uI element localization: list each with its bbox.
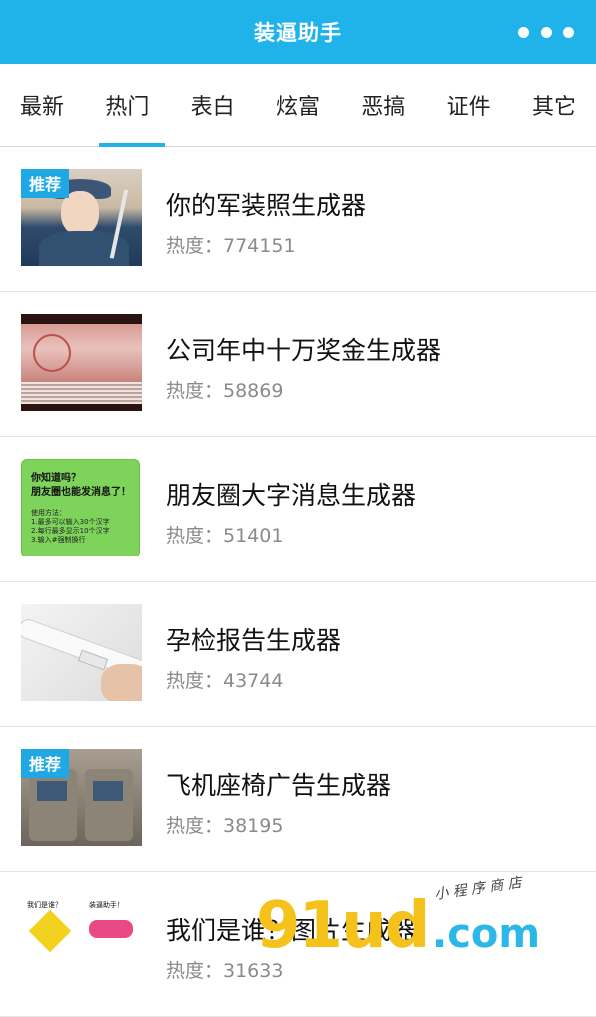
- list-item[interactable]: 孕检报告生成器 热度：43744: [0, 582, 596, 727]
- comic-thumbnail: 我们是谁？ 装逼助手！: [21, 894, 142, 991]
- item-title: 朋友圈大字消息生成器: [166, 481, 417, 510]
- item-heat: 热度：43744: [166, 670, 284, 692]
- military-photo-thumbnail: 推荐: [21, 169, 142, 266]
- item-heat: 热度：51401: [166, 525, 284, 547]
- pregnancy-test-thumbnail: [21, 604, 142, 701]
- tab-hot[interactable]: 热门: [99, 64, 166, 147]
- item-title: 我们是谁？图片生成器: [166, 916, 417, 945]
- tab-confession[interactable]: 表白: [187, 64, 239, 146]
- plane-seat-thumbnail: 推荐: [21, 749, 142, 846]
- more-dot-icon: [518, 26, 529, 38]
- item-title: 公司年中十万奖金生成器: [166, 336, 442, 365]
- tab-show-wealth[interactable]: 炫富: [272, 64, 324, 146]
- item-title: 孕检报告生成器: [166, 626, 342, 655]
- more-dot-icon: [563, 26, 574, 38]
- item-heat: 热度：38195: [166, 815, 284, 837]
- item-title: 飞机座椅广告生成器: [166, 771, 392, 800]
- more-menu-button[interactable]: [518, 20, 574, 44]
- tab-prank[interactable]: 恶搞: [357, 64, 409, 146]
- more-dot-icon: [540, 26, 552, 38]
- tab-certificate[interactable]: 证件: [443, 64, 495, 146]
- item-title: 你的军装照生成器: [166, 191, 367, 220]
- list-item[interactable]: 我们是谁？ 装逼助手！ 我们是谁？图片生成器 热度：31633: [0, 872, 596, 1017]
- tab-other[interactable]: 其它: [528, 64, 580, 146]
- item-heat: 热度：774151: [166, 235, 296, 257]
- category-tabs: 最新 热门 表白 炫富 恶搞 证件 其它: [0, 64, 596, 147]
- thumb-text: 我们是谁？: [27, 901, 62, 909]
- item-heat: 热度：31633: [166, 960, 284, 982]
- tab-latest[interactable]: 最新: [16, 64, 68, 146]
- thumb-text: 朋友圈也能发消息了！: [31, 487, 131, 498]
- app-title: 装逼助手: [254, 21, 342, 45]
- list-item[interactable]: 你知道吗？ 朋友圈也能发消息了！ 使用方法： 1.最多可以输入30个汉字 2.每…: [0, 437, 596, 582]
- generator-list: 推荐 你的军装照生成器 热度：774151 公司年中十万奖金生成器 热度：588…: [0, 147, 596, 1017]
- list-item[interactable]: 公司年中十万奖金生成器 热度：58869: [0, 292, 596, 437]
- thumb-text: 装逼助手！: [89, 901, 124, 909]
- money-stack-thumbnail: [21, 314, 142, 411]
- thumb-text: 你知道吗？: [31, 473, 81, 484]
- recommend-badge: 推荐: [21, 169, 70, 198]
- thumb-text: 使用方法： 1.最多可以输入30个汉字 2.每行最多显示10个汉字 3.输入#强…: [31, 509, 110, 544]
- recommend-badge: 推荐: [21, 749, 70, 778]
- item-heat: 热度：58869: [166, 380, 284, 402]
- list-item[interactable]: 推荐 飞机座椅广告生成器 热度：38195: [0, 727, 596, 872]
- app-header: 装逼助手: [0, 0, 596, 64]
- chat-bubble-thumbnail: 你知道吗？ 朋友圈也能发消息了！ 使用方法： 1.最多可以输入30个汉字 2.每…: [21, 459, 142, 556]
- list-item[interactable]: 推荐 你的军装照生成器 热度：774151: [0, 147, 596, 292]
